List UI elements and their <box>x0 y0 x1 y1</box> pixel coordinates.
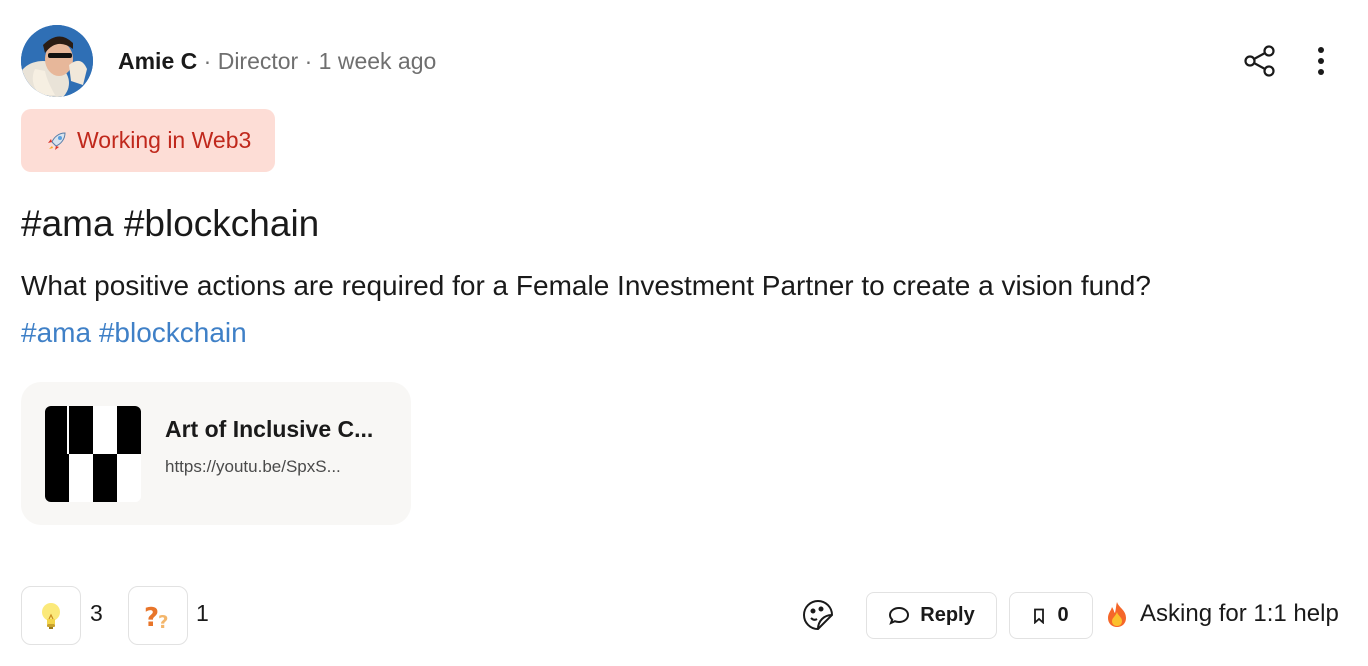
reaction-question-button[interactable]: ? ? <box>128 586 188 645</box>
reaction-count: 1 <box>196 600 209 626</box>
bookmark-icon <box>1034 608 1045 624</box>
more-options-button[interactable] <box>1308 44 1334 78</box>
link-preview-card[interactable]: Art of Inclusive C... https://youtu.be/S… <box>21 382 411 525</box>
svg-text:?: ? <box>158 612 168 632</box>
post-body: What positive actions are required for a… <box>21 270 1151 301</box>
asking-label: Asking for 1:1 help <box>1140 600 1339 627</box>
sticker-emoji-icon <box>803 600 834 631</box>
reply-button[interactable]: Reply <box>866 592 997 639</box>
link-title: Art of Inclusive C... <box>165 416 374 442</box>
bookmark-count: 0 <box>1057 604 1069 626</box>
reply-label: Reply <box>920 604 975 626</box>
post-hashtags: #ama #blockchain <box>21 315 247 351</box>
link-url: https://youtu.be/SpxS... <box>165 457 341 476</box>
svg-text:?: ? <box>144 603 159 632</box>
reaction-count: 3 <box>90 600 103 626</box>
topic-tag-label: Working in Web3 <box>77 127 252 153</box>
more-vertical-icon <box>1318 47 1324 75</box>
hashtag-link[interactable]: #blockchain <box>99 317 247 348</box>
asking-for-help-indicator[interactable]: Asking for 1:1 help <box>1104 600 1339 628</box>
post-card: Amie C · Director · 1 week ago Working i… <box>0 0 1368 666</box>
author-name[interactable]: Amie C <box>118 48 197 74</box>
meta-separator: · <box>304 48 313 74</box>
link-thumbnail <box>45 406 141 502</box>
avatar[interactable] <box>21 25 93 97</box>
post-timestamp: 1 week ago <box>318 48 437 74</box>
post-title: #ama #blockchain <box>21 203 320 244</box>
add-reaction-button[interactable] <box>800 597 836 633</box>
meta-separator: · <box>203 48 212 74</box>
author-role: Director <box>217 48 299 74</box>
bookmark-button[interactable]: 0 <box>1009 592 1093 639</box>
hashtag-link[interactable]: #ama <box>21 317 91 348</box>
comment-icon <box>889 606 910 625</box>
fire-icon <box>1108 602 1126 627</box>
share-icon <box>1244 45 1275 77</box>
topic-tag[interactable]: Working in Web3 <box>21 109 276 172</box>
rocket-icon <box>48 131 66 150</box>
lightbulb-icon <box>42 602 60 629</box>
share-button[interactable] <box>1243 44 1277 78</box>
question-icon: ? ? <box>144 603 168 632</box>
post-meta: Amie C · Director · 1 week ago <box>118 47 436 75</box>
reaction-lightbulb-button[interactable] <box>21 586 81 645</box>
